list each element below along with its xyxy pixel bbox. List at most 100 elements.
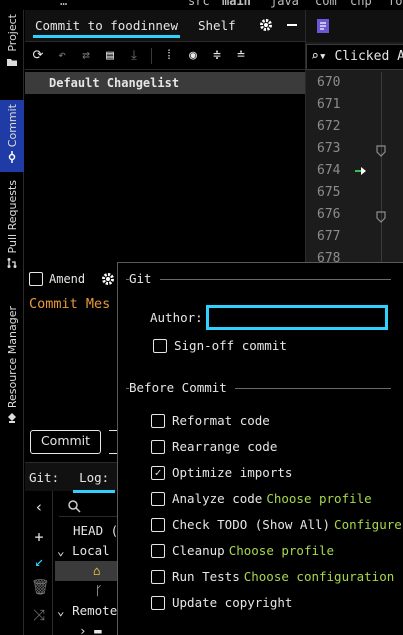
option-link[interactable]: Configure	[334, 517, 402, 532]
line-number: 671	[317, 97, 341, 112]
tree-item-branch[interactable]: ᚴ	[95, 581, 103, 601]
option-checkbox[interactable]	[151, 569, 165, 584]
fold-icon[interactable]	[375, 145, 387, 157]
tree-item-head[interactable]: HEAD (	[73, 521, 118, 541]
update-icon[interactable]: ⇄	[79, 48, 93, 63]
add-icon[interactable]: +	[31, 529, 47, 545]
option-label: Rearrange code	[172, 439, 278, 454]
tree-item-remote-label: Remote	[72, 603, 118, 618]
pull-request-icon	[7, 258, 17, 269]
option-label: Optimize imports	[172, 465, 293, 480]
breadcrumb-fo[interactable]: fo	[388, 0, 402, 8]
diff-icon[interactable]: ▤	[103, 48, 117, 63]
minimize-icon[interactable]	[285, 18, 299, 32]
tool-tab-commit[interactable]: Commit	[0, 100, 24, 172]
option-row[interactable]: Update copyright	[151, 595, 292, 610]
file-icon[interactable]	[316, 18, 330, 34]
git-side-toolbar: ‹ + ↙ 🗑 ⤨	[25, 491, 53, 635]
breadcrumb-src[interactable]: src	[188, 0, 210, 8]
commit-button[interactable]: Commit	[30, 430, 101, 454]
option-link[interactable]: Choose configuration	[244, 569, 395, 584]
tool-tab-pull-requests[interactable]: Pull Requests	[0, 180, 24, 288]
option-row[interactable]: Rearrange code	[151, 439, 277, 454]
tree-item-local[interactable]: ⌄ Local	[57, 541, 110, 561]
option-label: Analyze code	[172, 491, 263, 506]
author-field[interactable]	[206, 305, 388, 330]
breadcrumb-ellipsis: …	[60, 0, 68, 8]
option-row[interactable]: Reformat code	[151, 413, 270, 428]
commit-options-popup: Git Author: Sign-off commit Before Commi…	[117, 262, 403, 635]
commit-toolbar: ⟳ ↶ ⇄ ▤ ⤓ ⁞ ◉ ≑ ≐	[25, 42, 305, 70]
eye-icon[interactable]: ◉	[186, 48, 200, 63]
line-number: 675	[317, 185, 341, 200]
tool-tab-commit-label: Commit	[5, 104, 19, 148]
option-checkbox[interactable]	[151, 491, 165, 506]
gear-icon[interactable]	[101, 272, 115, 286]
collapse-all-icon[interactable]: ≐	[234, 48, 248, 63]
fold-icon[interactable]	[375, 211, 387, 223]
folder-icon: ▬	[94, 623, 102, 635]
amend-row[interactable]: Amend	[29, 272, 115, 286]
option-row[interactable]: Cleanup Choose profile	[151, 543, 334, 558]
tool-tab-project[interactable]: Project	[0, 14, 24, 94]
breadcrumb-com[interactable]: com	[315, 0, 337, 8]
line-number: 676	[317, 207, 341, 222]
signoff-checkbox[interactable]	[153, 338, 167, 353]
commit-tabbar: Commit to foodinnew Shelf	[25, 10, 305, 42]
chevron-down-icon: ⌄	[57, 543, 73, 558]
search-icon	[68, 500, 81, 513]
tree-item-remote[interactable]: ⌄ Remote	[57, 601, 117, 621]
option-label: Check TODO (Show All)	[172, 517, 331, 532]
tree-item-folder[interactable]: › ▬	[79, 621, 102, 635]
chevron-left-icon[interactable]: ‹	[31, 499, 47, 515]
tag-icon: ⌂	[93, 563, 101, 578]
tree-item-selected[interactable]: ⌂	[55, 561, 117, 581]
option-checkbox[interactable]	[151, 439, 165, 454]
signoff-row[interactable]: Sign-off commit	[153, 338, 287, 353]
breadcrumb-chp[interactable]: chp	[350, 0, 372, 8]
implementation-gutter-icon[interactable]	[354, 165, 368, 177]
gear-icon[interactable]	[259, 18, 273, 32]
refresh-icon[interactable]: ⟳	[31, 48, 45, 63]
breadcrumb-java[interactable]: java	[270, 0, 299, 8]
expand-all-icon[interactable]: ≑	[210, 48, 224, 63]
tool-window-strip: Project Commit Pull Requests Resource Ma…	[0, 10, 24, 635]
option-label: Cleanup	[172, 543, 225, 558]
commit-icon	[8, 151, 16, 164]
option-checkbox[interactable]	[151, 595, 165, 610]
option-checkbox[interactable]	[151, 413, 165, 428]
group-by-icon[interactable]: ⁞	[162, 48, 176, 63]
editor-search-field[interactable]: ⌕▾ Clicked Al	[306, 44, 403, 70]
option-row[interactable]: Run Tests Choose configuration	[151, 569, 394, 584]
option-row[interactable]: ✓ Optimize imports	[151, 465, 292, 480]
option-label: Update copyright	[172, 595, 293, 610]
tab-commit[interactable]: Commit to foodinnew	[25, 10, 188, 42]
tab-log[interactable]: Log:	[73, 470, 116, 493]
delete-icon[interactable]: 🗑	[31, 579, 50, 595]
fold-guide	[381, 72, 382, 272]
checkout-arrow-icon[interactable]: ↙	[31, 553, 47, 569]
resource-manager-icon	[8, 413, 16, 424]
amend-checkbox[interactable]	[29, 272, 43, 286]
option-checkbox[interactable]	[151, 517, 165, 532]
rollback-icon[interactable]: ↶	[55, 48, 69, 63]
checkmark-icon: ✓	[154, 466, 162, 479]
section-divider	[126, 279, 391, 280]
option-row[interactable]: Check TODO (Show All) Configure	[151, 517, 402, 532]
tab-shelf[interactable]: Shelf	[188, 10, 246, 42]
option-link[interactable]: Choose profile	[229, 543, 334, 558]
signoff-label: Sign-off commit	[174, 338, 287, 353]
breadcrumb-main[interactable]: main	[222, 0, 251, 8]
default-changelist[interactable]: Default Changelist	[25, 72, 305, 94]
branch-icon: ᚴ	[95, 583, 103, 598]
option-checkbox[interactable]	[151, 543, 165, 558]
before-commit-section-title: Before Commit	[129, 380, 235, 395]
tool-tab-resource-manager[interactable]: Resource Manager	[0, 306, 24, 440]
download-icon[interactable]: ⤓	[127, 48, 141, 63]
option-label: Reformat code	[172, 413, 270, 428]
option-checkbox-checked[interactable]: ✓	[151, 465, 165, 480]
option-link[interactable]: Choose profile	[266, 491, 371, 506]
option-row[interactable]: Analyze code Choose profile	[151, 491, 372, 506]
breadcrumb: … src main java com chp fo	[0, 0, 403, 10]
merge-icon[interactable]: ⤨	[31, 607, 47, 623]
